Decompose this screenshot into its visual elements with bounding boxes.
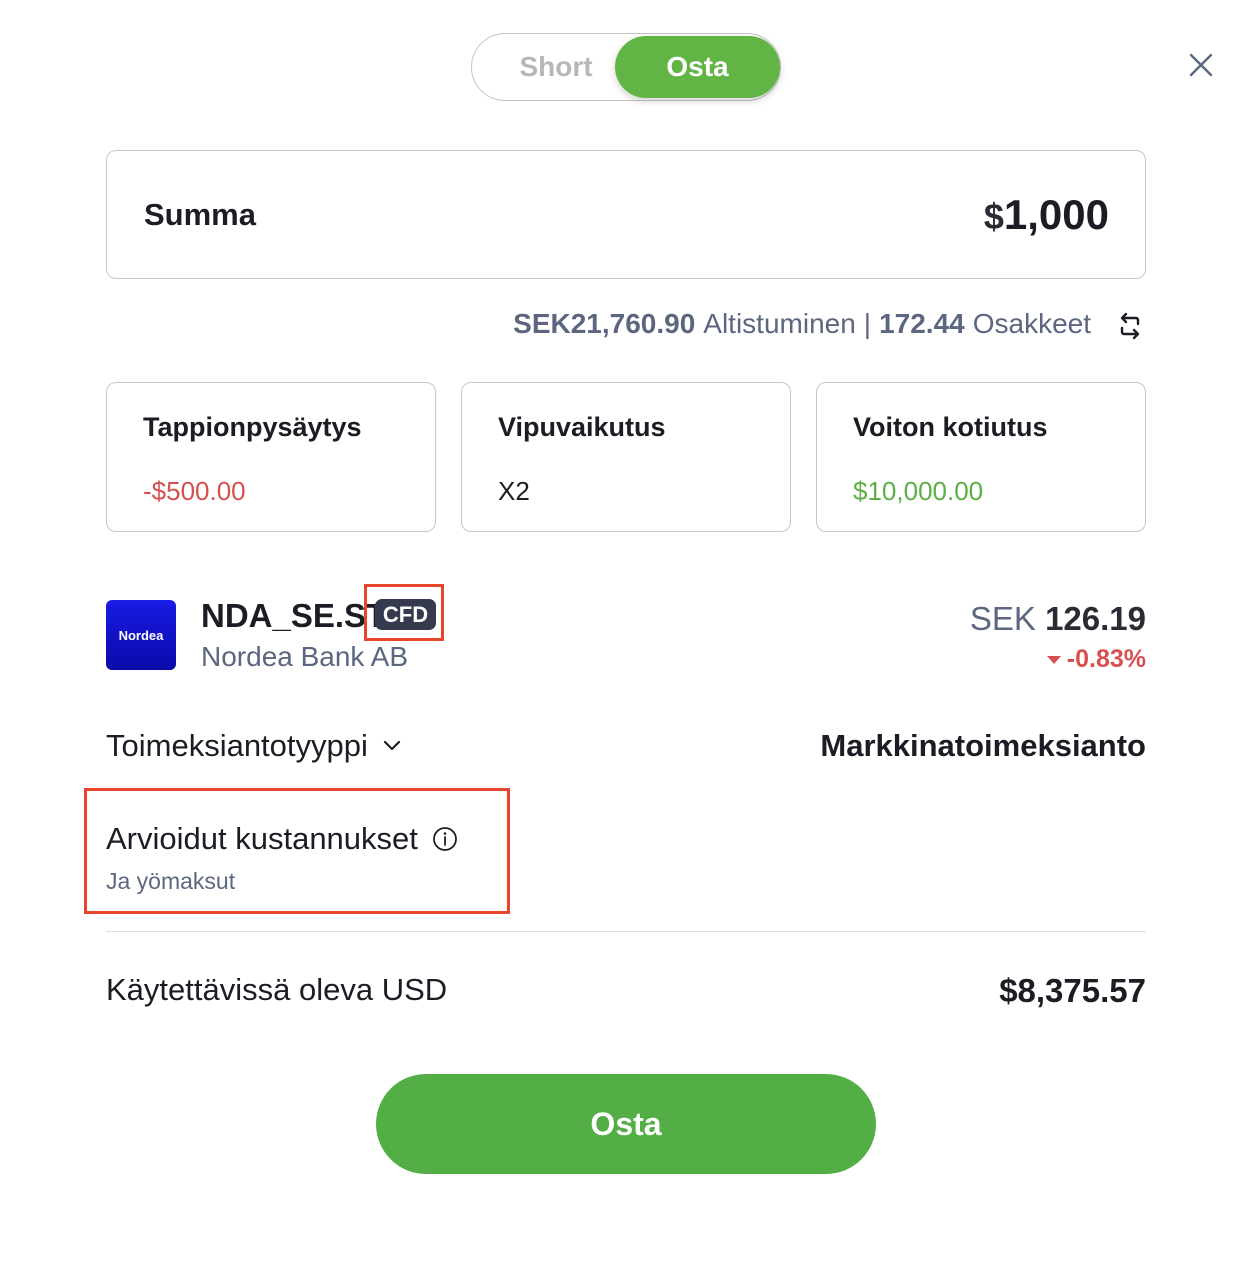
exposure-summary: SEK21,760.90 Altistuminen | 172.44 Osakk… <box>513 308 1091 340</box>
exposure-label: Altistuminen <box>703 308 856 339</box>
instrument-price: SEK 126.19 <box>970 600 1146 638</box>
stop-loss-label: Tappionpysäytys <box>143 412 362 442</box>
amount-input[interactable]: Summa $1,000 <box>106 150 1146 279</box>
stop-loss-value: -$500.00 <box>143 476 246 506</box>
price-currency: SEK <box>969 600 1036 637</box>
estimated-costs: Arvioidut kustannukset <box>106 821 458 857</box>
take-profit-card[interactable]: Voiton kotiutus $10,000.00 <box>816 382 1146 532</box>
close-icon[interactable] <box>1187 51 1215 79</box>
amount-number: 1,000 <box>1003 191 1109 238</box>
estimated-costs-highlight: Arvioidut kustannukset Ja yömaksut <box>84 788 510 914</box>
units-value: 172.44 <box>879 308 965 339</box>
cfd-highlight: CFD <box>364 584 444 641</box>
order-type-value: Markkinatoimeksianto <box>820 728 1146 763</box>
overnight-fees-label: Ja yömaksut <box>106 868 236 894</box>
estimated-costs-label: Arvioidut kustannukset <box>106 821 418 856</box>
toggle-short[interactable]: Short <box>486 34 626 100</box>
order-type-label: Toimeksiantotyyppi <box>106 728 368 763</box>
price-change-value: -0.83% <box>1066 645 1146 673</box>
swap-arrows-icon[interactable] <box>1116 312 1144 340</box>
instrument-logo: Nordea <box>106 600 176 670</box>
amount-currency: $ <box>983 196 1004 237</box>
down-triangle-icon <box>1046 655 1061 664</box>
stop-loss-card[interactable]: Tappionpysäytys -$500.00 <box>106 382 436 532</box>
direction-toggle[interactable]: Short Osta <box>471 33 781 101</box>
cfd-badge: CFD <box>375 599 436 630</box>
company-name: Nordea Bank AB <box>201 641 409 672</box>
leverage-card[interactable]: Vipuvaikutus X2 <box>461 382 791 532</box>
divider <box>106 931 1146 932</box>
amount-value[interactable]: $1,000 <box>984 191 1109 239</box>
price-value: 126.19 <box>1045 600 1146 637</box>
instrument-symbol: NDA_SE.ST <box>201 597 387 634</box>
leverage-value: X2 <box>498 476 530 506</box>
available-label: Käytettävissä oleva USD <box>106 972 448 1007</box>
amount-label: Summa <box>144 197 256 232</box>
order-type-dropdown[interactable]: Toimeksiantotyyppi <box>106 728 402 764</box>
take-profit-value: $10,000.00 <box>853 476 984 506</box>
units-label: Osakkeet <box>972 308 1091 339</box>
toggle-buy[interactable]: Osta <box>615 36 780 98</box>
exposure-separator: | <box>863 308 872 339</box>
price-change: -0.83% <box>1046 645 1146 674</box>
chevron-down-icon <box>383 740 401 751</box>
buy-button[interactable]: Osta <box>376 1074 876 1174</box>
exposure-value: SEK21,760.90 <box>513 308 696 339</box>
info-icon[interactable] <box>432 826 458 852</box>
take-profit-label: Voiton kotiutus <box>853 412 1048 442</box>
leverage-label: Vipuvaikutus <box>498 412 666 442</box>
available-value: $8,375.57 <box>999 972 1146 1009</box>
